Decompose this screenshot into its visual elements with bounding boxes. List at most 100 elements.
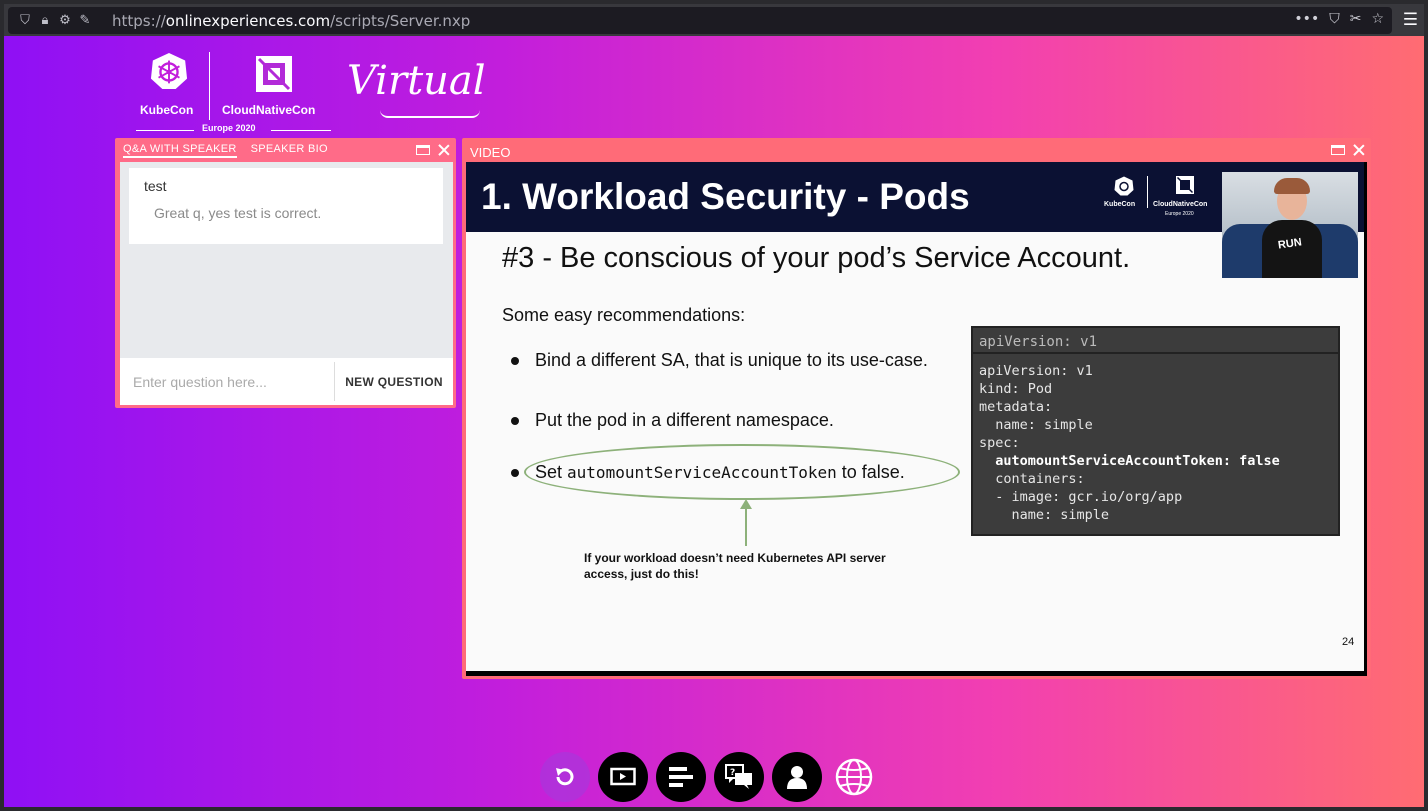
bullet-text: Put the pod in a different namespace.: [535, 410, 834, 430]
agenda-icon: [669, 767, 693, 787]
cncf-logo-icon: [1176, 176, 1194, 194]
recommendations-heading: Some easy recommendations:: [502, 305, 746, 325]
logo-rule-right: [271, 130, 331, 131]
qa-list: test Great q, yes test is correct.: [120, 162, 453, 358]
bullet-text: Bind a different SA, that is unique to i…: [535, 350, 928, 370]
svg-text:?: ?: [730, 768, 735, 778]
slide-note: If your workload doesn’t need Kubernetes…: [584, 551, 886, 581]
shield-icon[interactable]: ⛉: [18, 13, 32, 28]
logo-rule-left: [136, 130, 194, 131]
virtual-script: Virtual: [347, 58, 486, 104]
url-scheme: https://: [112, 12, 166, 30]
qa-panel: Q&A WITH SPEAKER SPEAKER BIO test Great …: [115, 138, 456, 408]
lock-icon[interactable]: 🔒︎: [38, 13, 52, 28]
tab-speaker-bio[interactable]: SPEAKER BIO: [251, 143, 328, 158]
highlight-ellipse: [524, 444, 960, 500]
slide-title: 1. Workload Security - Pods: [481, 176, 970, 217]
person-icon: [787, 766, 807, 789]
video-player[interactable]: 1. Workload Security - Pods KubeCon Clou…: [466, 162, 1367, 676]
slide-logo-divider: [1147, 176, 1148, 208]
qa-item: test Great q, yes test is correct.: [129, 168, 443, 244]
slide-event-logo: KubeCon CloudNativeCon Europe 2020: [1101, 174, 1216, 220]
screen-icon: [610, 767, 636, 786]
kubecon-logo-icon: [150, 52, 188, 90]
slide-page-number: 24: [1342, 636, 1355, 648]
bullet-dot: [511, 357, 519, 366]
video-panel-title: VIDEO: [470, 145, 511, 160]
close-icon[interactable]: [438, 144, 450, 156]
bullet-dot: [511, 469, 519, 478]
qa-tabs: Q&A WITH SPEAKER SPEAKER BIO: [123, 143, 328, 158]
arrow-line: [745, 502, 747, 546]
pocket-icon[interactable]: ⛉: [1329, 11, 1340, 27]
cncf-logo-icon: [256, 56, 292, 92]
slide-cncf-label: CloudNativeCon: [1153, 201, 1208, 208]
code-line: containers:: [979, 471, 1085, 487]
close-icon[interactable]: [1353, 144, 1365, 156]
kubecon-wordmark: KubeCon: [140, 103, 194, 117]
permissions-icon[interactable]: ⚙︎: [58, 13, 72, 28]
refresh-button[interactable]: [540, 752, 590, 802]
url-text[interactable]: https://onlinexperiences.com/scripts/Ser…: [112, 12, 470, 30]
bottom-toolbar: ?: [540, 752, 880, 802]
url-actions: ••• ⛉ ✂ ☆: [1294, 11, 1384, 27]
hamburger-menu-icon[interactable]: ☰: [1403, 10, 1418, 30]
webcam-speaker-hair: [1274, 178, 1310, 194]
code-line: spec:: [979, 435, 1020, 451]
globe-icon: [835, 758, 873, 796]
language-button[interactable]: [830, 752, 880, 802]
question-input[interactable]: [120, 358, 334, 405]
browser-toolbar: ⛉ 🔒︎ ⚙︎ ✎ https://onlinexperiences.com/s…: [4, 4, 1424, 36]
video-panel-controls: [1331, 144, 1365, 156]
cloudnativecon-wordmark: CloudNativeCon: [222, 103, 316, 117]
maximize-icon[interactable]: [416, 145, 430, 155]
url-icons: ⛉ 🔒︎ ⚙︎ ✎: [18, 11, 92, 30]
maximize-icon[interactable]: [1331, 145, 1345, 155]
screen-button[interactable]: [598, 752, 648, 802]
profile-button[interactable]: [772, 752, 822, 802]
url-host: onlinexperiences.com: [165, 12, 331, 30]
qa-answer: Great q, yes test is correct.: [154, 205, 322, 221]
app-frame: ⛉ 🔒︎ ⚙︎ ✎ https://onlinexperiences.com/s…: [4, 4, 1424, 807]
logo-divider: [209, 52, 210, 120]
virtual-underline: [380, 110, 480, 118]
yaml-code-box: apiVersion: v1 apiVersion: v1 kind: Pod …: [971, 326, 1340, 536]
presentation-slide: 1. Workload Security - Pods KubeCon Clou…: [466, 162, 1364, 671]
code-line: name: simple: [979, 417, 1093, 433]
refresh-icon: [556, 768, 574, 786]
pen-icon[interactable]: ✎: [78, 13, 92, 28]
europe-label: Europe 2020: [202, 123, 256, 133]
code-lines: apiVersion: v1 kind: Pod metadata: name:…: [979, 362, 1280, 524]
slide-subtitle: #3 - Be conscious of your pod’s Service …: [502, 242, 1131, 274]
bullet-dot: [511, 417, 519, 426]
screenshot-icon[interactable]: ✂: [1350, 11, 1362, 27]
slide-bullet: Put the pod in a different namespace.: [511, 410, 834, 431]
agenda-button[interactable]: [656, 752, 706, 802]
code-line: apiVersion: v1: [979, 363, 1093, 379]
chat-icon: ?: [725, 764, 752, 789]
code-line-highlight: automountServiceAccountToken: false: [979, 453, 1280, 469]
code-line: - image: gcr.io/org/app: [979, 489, 1183, 505]
slide-europe-label: Europe 2020: [1165, 211, 1194, 217]
new-question-button[interactable]: NEW QUESTION: [335, 358, 453, 405]
tab-qa-with-speaker[interactable]: Q&A WITH SPEAKER: [123, 143, 237, 158]
qa-panel-controls: [416, 144, 450, 156]
event-logo: KubeCon CloudNativeCon Europe 2020 Virtu…: [134, 48, 494, 138]
chat-button[interactable]: ?: [714, 752, 764, 802]
qa-input-row: NEW QUESTION: [120, 358, 453, 405]
url-bar[interactable]: ⛉ 🔒︎ ⚙︎ ✎ https://onlinexperiences.com/s…: [8, 7, 1392, 34]
url-path: /scripts/Server.nxp: [330, 12, 471, 30]
more-icon[interactable]: •••: [1294, 11, 1319, 27]
qa-question: test: [144, 178, 167, 194]
bookmark-star-icon[interactable]: ☆: [1371, 11, 1384, 27]
speaker-webcam: RUN: [1222, 172, 1358, 278]
slide-kubecon-label: KubeCon: [1104, 201, 1136, 208]
slide-bullet: Bind a different SA, that is unique to i…: [511, 350, 928, 371]
video-panel: VIDEO 1. Workload Security - Pods KubeCo…: [462, 138, 1371, 679]
code-line: kind: Pod: [979, 381, 1053, 397]
code-box-header: apiVersion: v1: [973, 328, 1338, 354]
kubecon-logo-icon: [1114, 176, 1134, 196]
code-line: metadata:: [979, 399, 1053, 415]
code-header-text: apiVersion: v1: [979, 334, 1098, 350]
code-line: name: simple: [979, 507, 1110, 523]
